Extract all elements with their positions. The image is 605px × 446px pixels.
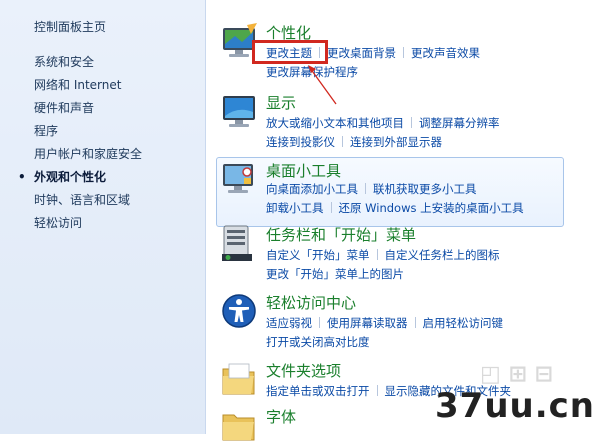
sidebar-item-ease-of-access[interactable]: 轻松访问	[34, 214, 142, 237]
taskbar-title[interactable]: 任务栏和「开始」菜单	[266, 224, 416, 245]
restore-gadgets-link[interactable]: 还原 Windows 上安装的桌面小工具	[339, 201, 524, 215]
ease-of-access-icon	[222, 294, 256, 328]
uninstall-gadget-link[interactable]: 卸载小工具	[266, 201, 324, 215]
display-monitor-icon	[223, 96, 255, 127]
customize-start-menu-link[interactable]: 自定义「开始」菜单	[266, 248, 370, 262]
annotation-highlight-box	[252, 40, 328, 64]
accommodate-low-vision-link[interactable]: 适应弱视	[266, 316, 312, 330]
fonts-title[interactable]: 字体	[266, 406, 296, 427]
change-background-link[interactable]: 更改桌面背景	[327, 46, 396, 60]
display-title[interactable]: 显示	[266, 92, 296, 113]
customize-taskbar-icons-link[interactable]: 自定义任务栏上的图标	[385, 248, 500, 262]
ease-links: 适应弱视 使用屏幕读取器 启用轻松访问键 打开或关闭高对比度	[266, 314, 503, 352]
screen-resolution-link[interactable]: 调整屏幕分辨率	[419, 116, 500, 130]
gadgets-icon	[223, 164, 253, 193]
active-bullet-icon: •	[18, 170, 26, 184]
change-start-menu-picture-link[interactable]: 更改「开始」菜单上的图片	[266, 267, 404, 281]
control-panel-home-link[interactable]: 控制面板主页	[34, 18, 106, 35]
change-sounds-link[interactable]: 更改声音效果	[411, 46, 480, 60]
sidebar-item-programs[interactable]: 程序	[34, 122, 142, 145]
sidebar-item-hardware-sound[interactable]: 硬件和声音	[34, 99, 142, 122]
display-links: 放大或缩小文本和其他项目 调整屏幕分辨率 连接到投影仪 连接到外部显示器	[266, 114, 500, 152]
use-screen-reader-link[interactable]: 使用屏幕读取器	[327, 316, 408, 330]
folder-icon	[222, 363, 255, 395]
sidebar-nav: 系统和安全 网络和 Internet 硬件和声音 程序 用户帐户和家庭安全 • …	[18, 53, 142, 237]
site-watermark: 37uu.cn	[435, 386, 595, 426]
connect-external-display-link[interactable]: 连接到外部显示器	[350, 135, 442, 149]
sidebar-item-appearance[interactable]: • 外观和个性化	[18, 168, 142, 191]
turn-on-access-keys-link[interactable]: 启用轻松访问键	[423, 316, 504, 330]
text-size-link[interactable]: 放大或缩小文本和其他项目	[266, 116, 404, 130]
ease-title[interactable]: 轻松访问中心	[266, 292, 356, 313]
sidebar-item-network[interactable]: 网络和 Internet	[34, 76, 142, 99]
gadgets-title[interactable]: 桌面小工具	[266, 160, 341, 181]
single-double-click-link[interactable]: 指定单击或双击打开	[266, 384, 370, 398]
add-gadgets-link[interactable]: 向桌面添加小工具	[266, 182, 358, 196]
fonts-icon	[222, 414, 255, 441]
get-more-gadgets-link[interactable]: 联机获取更多小工具	[373, 182, 477, 196]
sidebar-item-appearance-label: 外观和个性化	[34, 170, 107, 184]
sidebar: 控制面板主页 系统和安全 网络和 Internet 硬件和声音 程序 用户帐户和…	[0, 0, 206, 434]
taskbar-links: 自定义「开始」菜单 自定义任务栏上的图标 更改「开始」菜单上的图片	[266, 246, 500, 284]
sidebar-item-clock-language[interactable]: 时钟、语言和区域	[34, 191, 142, 214]
folder-title[interactable]: 文件夹选项	[266, 360, 341, 381]
high-contrast-link[interactable]: 打开或关闭高对比度	[266, 335, 370, 349]
taskbar-icon	[222, 225, 252, 261]
annotation-arrow-icon	[308, 65, 337, 105]
gadgets-links: 向桌面添加小工具 联机获取更多小工具 卸载小工具 还原 Windows 上安装的桌面…	[266, 180, 524, 218]
sidebar-item-system-security[interactable]: 系统和安全	[34, 53, 142, 76]
sidebar-item-user-accounts[interactable]: 用户帐户和家庭安全	[34, 145, 142, 168]
faint-watermark-logo: ◰ ⊞ ⊟	[480, 362, 553, 387]
connect-projector-link[interactable]: 连接到投影仪	[266, 135, 335, 149]
